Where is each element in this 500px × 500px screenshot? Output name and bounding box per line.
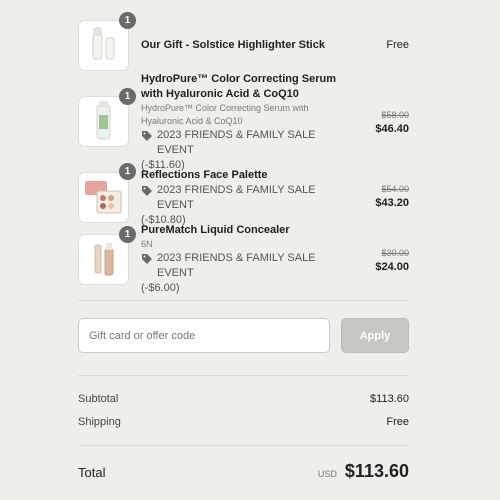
line-price: $46.40 [375,123,409,135]
line-item-serum: 1 HydroPure™ Color Correcting Serum with… [78,72,409,171]
subtotal-label: Subtotal [78,393,119,405]
apply-button[interactable]: Apply [341,318,409,353]
shipping-row: Shipping Free [78,416,409,428]
product-title: PureMatch Liquid Concealer [141,224,290,236]
discount-label: 2023 FRIENDS & FAMILY SALE EVENT [157,184,316,211]
product-title: HydroPure™ Color Correcting Serum with H… [141,73,336,100]
subtotal-row: Subtotal $113.60 [78,393,409,405]
subtotal-value: $113.60 [370,393,409,405]
discount-label: 2023 FRIENDS & FAMILY SALE EVENT [157,252,316,279]
product-title: Our Gift - Solstice Highlighter Stick [141,39,325,51]
line-item-gift: 1 Our Gift - Solstice Highlighter Stick … [78,12,409,71]
tag-icon [142,131,152,141]
divider [78,445,409,446]
face-palette-image [85,181,122,214]
discount-label: 2023 FRIENDS & FAMILY SALE EVENT [157,129,316,156]
discount-line: 2023 FRIENDS & FAMILY SALE EVENT [141,128,346,158]
offer-code-input[interactable] [78,318,330,353]
shipping-label: Shipping [78,416,121,428]
original-price: $54.00 [381,184,409,194]
tag-icon [142,186,152,196]
line-price: Free [386,39,409,51]
line-item-palette: 1 Reflections Face Palette 2023 FRIENDS … [78,163,409,228]
total-row: Total USD $113.60 [78,461,409,482]
product-variant: HydroPure™ Color Correcting Serum with H… [141,103,309,126]
product-thumbnail [78,20,129,71]
product-variant: 6N [141,239,153,249]
line-price: $24.00 [375,261,409,273]
quantity-badge: 1 [119,12,136,29]
discount-amount: (-$6.00) [141,282,180,294]
total-amount: $113.60 [344,461,409,481]
product-thumbnail [78,172,129,223]
original-price: $30.00 [381,248,409,258]
tag-icon [142,254,152,264]
product-title: Reflections Face Palette [141,169,268,181]
shipping-value: Free [386,416,409,428]
divider [78,300,409,301]
divider [78,375,409,376]
line-price: $43.20 [375,197,409,209]
line-item-concealer: 1 PureMatch Liquid Concealer 6N 2023 FRI… [78,223,409,294]
total-label: Total [78,465,106,480]
serum-bottle-image [96,101,111,140]
discount-line: 2023 FRIENDS & FAMILY SALE EVENT [141,183,346,213]
concealer-tube-image [94,243,114,276]
product-thumbnail [78,96,129,147]
discount-line: 2023 FRIENDS & FAMILY SALE EVENT [141,251,346,281]
quantity-badge: 1 [119,226,136,243]
highlighter-stick-image [92,27,115,60]
original-price: $58.00 [381,110,409,120]
product-thumbnail [78,234,129,285]
quantity-badge: 1 [119,88,136,105]
quantity-badge: 1 [119,163,136,180]
order-summary: 1 Our Gift - Solstice Highlighter Stick … [78,0,409,500]
currency-code: USD [317,469,337,479]
